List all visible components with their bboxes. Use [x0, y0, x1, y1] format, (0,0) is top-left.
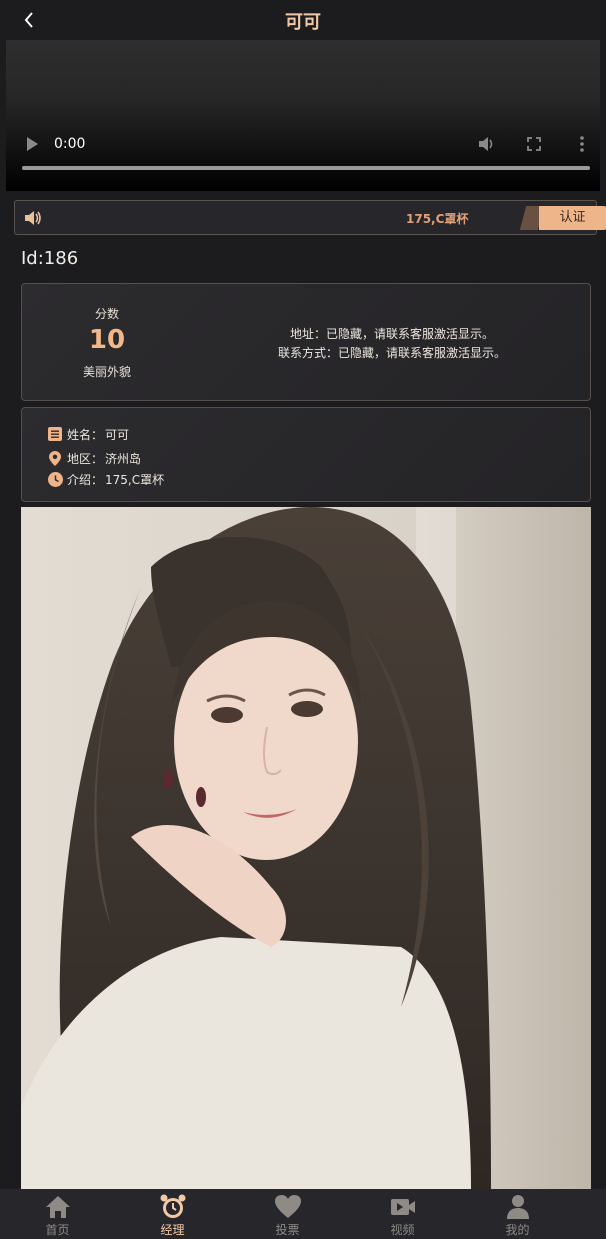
- contact-text: 联系方式：已隐藏，请联系客服激活显示。: [277, 346, 506, 360]
- fullscreen-icon[interactable]: [524, 134, 544, 154]
- info-card: 姓名： 可可 地区： 济州岛 介绍： 175,C罩杯: [21, 407, 591, 502]
- tab-mine[interactable]: 我的: [460, 1189, 575, 1239]
- profile-id: Id:186: [21, 248, 79, 269]
- play-icon[interactable]: [22, 134, 42, 154]
- name-value: 可可: [105, 427, 130, 442]
- video-time: 0:00: [54, 136, 86, 152]
- home-icon: [45, 1196, 70, 1218]
- tab-manager[interactable]: 经理: [115, 1189, 230, 1239]
- contact-info: 地址：已隐藏，请联系客服激活显示。 联系方式：已隐藏，请联系客服激活显示。: [212, 325, 572, 363]
- tab-home-label: 首页: [45, 1223, 70, 1237]
- tab-manager-label: 经理: [160, 1223, 185, 1237]
- tab-video[interactable]: 视频: [345, 1189, 460, 1239]
- volume-icon[interactable]: [476, 134, 496, 154]
- tab-mine-label: 我的: [505, 1223, 530, 1237]
- notice-text: 175,C罩杯: [406, 212, 469, 226]
- clock-icon: [47, 471, 63, 487]
- bottom-tab-bar: 首页 经理 投票 视频 我的: [0, 1189, 606, 1239]
- score-card: 分数 10 美丽外貌 地址：已隐藏，请联系客服激活显示。 联系方式：已隐藏，请联…: [21, 283, 591, 401]
- video-player[interactable]: 0:00: [6, 40, 600, 191]
- verify-label: 认证: [539, 206, 606, 230]
- heart-icon: [274, 1195, 301, 1218]
- video-camera-icon: [390, 1199, 415, 1215]
- notice-bar: 175,C罩杯 认证: [14, 200, 606, 235]
- info-row-region: 地区： 济州岛: [47, 449, 141, 467]
- region-value: 济州岛: [105, 451, 142, 466]
- document-icon: [47, 426, 63, 442]
- tab-vote-label: 投票: [275, 1223, 300, 1237]
- tab-video-label: 视频: [390, 1223, 415, 1237]
- region-label: 地区：: [67, 451, 104, 466]
- score-value: 10: [88, 325, 126, 355]
- more-options-icon[interactable]: [572, 134, 592, 154]
- intro-value: 175,C罩杯: [105, 472, 165, 487]
- profile-photo: [21, 507, 591, 1189]
- portrait-illustration: [21, 507, 591, 1189]
- verify-button[interactable]: 认证: [519, 206, 606, 230]
- speaker-icon: [25, 211, 41, 225]
- info-row-intro: 介绍： 175,C罩杯: [47, 470, 164, 488]
- video-progress-bar[interactable]: [22, 166, 590, 170]
- intro-label: 介绍：: [67, 472, 104, 487]
- user-icon: [506, 1195, 529, 1219]
- tab-vote[interactable]: 投票: [230, 1189, 345, 1239]
- top-bar: 可可: [0, 0, 606, 40]
- info-row-name: 姓名： 可可: [47, 425, 129, 443]
- name-label: 姓名：: [67, 427, 104, 442]
- address-text: 地址：已隐藏，请联系客服激活显示。: [289, 327, 494, 341]
- location-pin-icon: [47, 450, 63, 466]
- tab-home[interactable]: 首页: [0, 1189, 115, 1239]
- score-label: 分数: [94, 307, 119, 321]
- score-subtitle: 美丽外貌: [82, 365, 131, 379]
- page-title: 可可: [285, 12, 321, 33]
- alarm-clock-icon: [160, 1194, 185, 1218]
